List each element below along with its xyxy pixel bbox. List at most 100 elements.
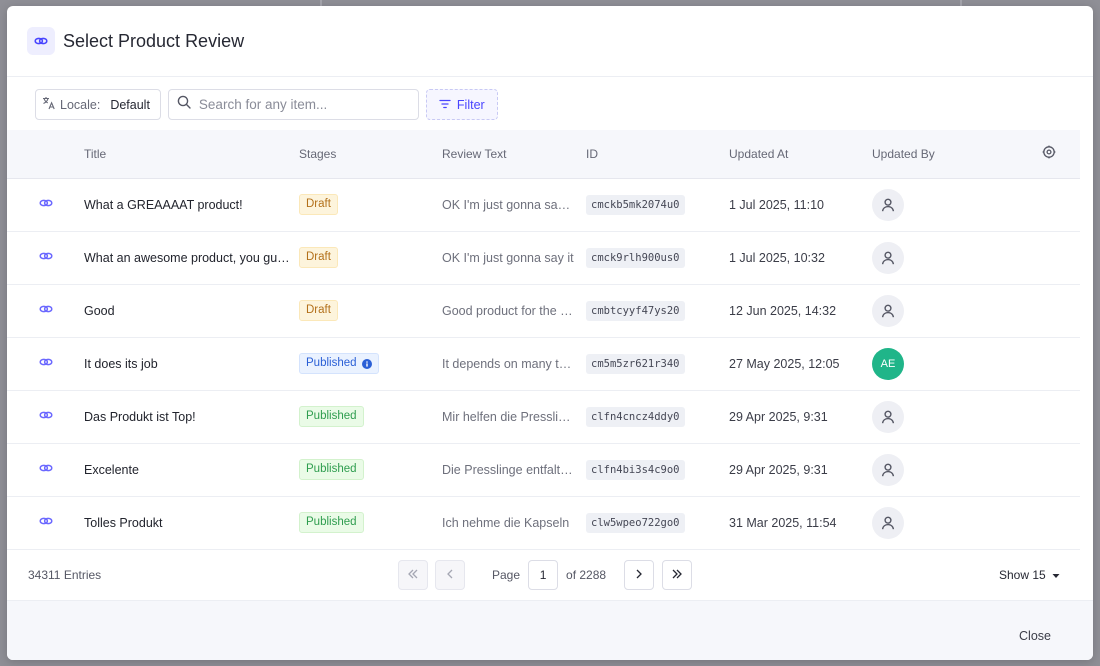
pagination-bar: 34311 Entries Page 1 of 2288 Show 15 [7, 550, 1093, 600]
row-id-cell: clfn4bi3s4c9o0 [586, 443, 729, 496]
row-select-cell[interactable] [7, 443, 84, 496]
table-row[interactable]: What an awesome product, you guys rock Dr… [7, 231, 1080, 284]
row-title: Excelente [84, 462, 139, 477]
user-icon [880, 250, 896, 266]
filter-label: Filter [456, 97, 485, 112]
table-row[interactable]: Das Produkt ist Top! Published Mir helfen … [7, 390, 1080, 443]
row-spacer [1022, 443, 1080, 496]
row-select-cell[interactable] [7, 390, 84, 443]
row-id-cell: cmck9rlh900us0 [586, 231, 729, 284]
avatar: AE [872, 347, 904, 380]
row-select-cell[interactable] [7, 231, 84, 284]
row-updated-at: 29 Apr 2025, 9:31 [729, 462, 828, 477]
status-badge: Draft [299, 247, 338, 268]
row-spacer [1022, 496, 1080, 549]
column-header-stages[interactable]: Stages [299, 130, 442, 179]
pagination: Page 1 of 2288 [398, 560, 693, 590]
translate-icon [42, 96, 56, 113]
row-updated-at: 29 Apr 2025, 9:31 [729, 409, 828, 424]
locale-select[interactable]: Locale: Default [35, 89, 161, 120]
row-updated-by [872, 231, 1022, 284]
row-stage-cell: Published [299, 443, 442, 496]
info-icon [361, 358, 372, 369]
row-title: What a GREAAAAT product! [84, 197, 243, 212]
user-icon [880, 409, 896, 425]
link-icon [27, 27, 55, 55]
gear-icon[interactable] [1042, 145, 1056, 159]
link-icon[interactable] [38, 407, 54, 423]
link-icon[interactable] [38, 460, 54, 476]
status-badge-label: Published [306, 357, 357, 369]
row-stage-cell: Draft [299, 284, 442, 337]
search-input[interactable] [198, 97, 410, 112]
row-review-text: OK I'm just gonna say it, this is the be… [442, 197, 586, 212]
row-updated-by [872, 496, 1022, 549]
row-select-cell[interactable] [7, 496, 84, 549]
row-spacer [1022, 390, 1080, 443]
column-settings[interactable] [1022, 130, 1080, 179]
column-header-updated-by[interactable]: Updated By [872, 130, 1022, 179]
search-box[interactable] [167, 89, 419, 120]
column-header-review-text[interactable]: Review Text [442, 130, 586, 179]
modal-title: Select Product Review [63, 30, 245, 51]
next-page-button[interactable] [624, 560, 655, 590]
row-title: Good [84, 303, 115, 318]
link-icon[interactable] [38, 248, 54, 264]
page-size-select[interactable]: Show 15 [999, 568, 1060, 582]
row-select-cell[interactable] [7, 284, 84, 337]
row-id-cell: clw5wpeo722go0 [586, 496, 729, 549]
status-badge: Draft [299, 300, 338, 321]
previous-page-button[interactable] [435, 560, 465, 590]
row-select-cell[interactable] [7, 178, 84, 231]
row-stage-cell: Published [299, 337, 442, 390]
status-badge: Published [299, 406, 364, 427]
column-header-id[interactable]: ID [586, 130, 729, 179]
table-row[interactable]: Good Draft Good product for the price cmbtc… [7, 284, 1080, 337]
row-spacer [1022, 337, 1080, 390]
user-icon [880, 515, 896, 531]
status-badge-label: Published [306, 463, 357, 475]
column-header-title[interactable]: Title [84, 130, 299, 179]
first-page-button[interactable] [398, 560, 428, 590]
page-total: of 2288 [566, 568, 607, 582]
locale-label: Locale: [60, 97, 101, 112]
filter-button[interactable]: Filter [425, 89, 498, 120]
row-id: clfn4cncz4ddy0 [586, 406, 685, 427]
link-icon[interactable] [38, 301, 54, 317]
locale-value: Default [110, 97, 150, 112]
table-row[interactable]: What a GREAAAAT product! Draft OK I'm just… [7, 178, 1080, 231]
column-header-updated-at[interactable]: Updated At [729, 130, 872, 179]
row-id-cell: clfn4cncz4ddy0 [586, 390, 729, 443]
status-badge-label: Draft [306, 304, 331, 316]
row-review-text: Die Presslinge entfalten [442, 462, 575, 477]
link-icon[interactable] [38, 513, 54, 529]
row-id: clfn4bi3s4c9o0 [586, 459, 685, 480]
page-input[interactable]: 1 [528, 560, 559, 590]
row-select-cell[interactable] [7, 337, 84, 390]
entries-count: 34311 Entries [28, 568, 102, 582]
status-badge-label: Published [306, 410, 357, 422]
table-row[interactable]: It does its job Published It depends on ma… [7, 337, 1080, 390]
avatar [872, 506, 904, 539]
row-updated-at: 1 Jul 2025, 11:10 [729, 197, 824, 212]
table-row[interactable]: Tolles Produkt Published Ich nehme die Kap… [7, 496, 1080, 549]
link-icon[interactable] [38, 354, 54, 370]
last-page-button[interactable] [662, 560, 693, 590]
row-stage-cell: Draft [299, 178, 442, 231]
caret-down-icon [1052, 568, 1060, 582]
status-badge-label: Draft [306, 251, 331, 263]
row-spacer [1022, 284, 1080, 337]
link-icon[interactable] [38, 195, 54, 211]
table-row[interactable]: Excelente Published Die Presslinge entfalt… [7, 443, 1080, 496]
close-button[interactable]: Close [1019, 629, 1051, 643]
page-label: Page [492, 568, 521, 582]
row-review-text: It depends on many things [442, 356, 586, 371]
chevron-right-icon [635, 566, 643, 584]
chevron-left-icon [446, 566, 454, 584]
status-badge: Published [299, 512, 364, 533]
table-header-row: Title Stages Review Text ID Updated At U… [7, 130, 1080, 179]
row-review-text: Good product for the price [442, 303, 586, 318]
row-title: Tolles Produkt [84, 515, 163, 530]
row-stage-cell: Published [299, 390, 442, 443]
status-badge: Draft [299, 194, 338, 215]
